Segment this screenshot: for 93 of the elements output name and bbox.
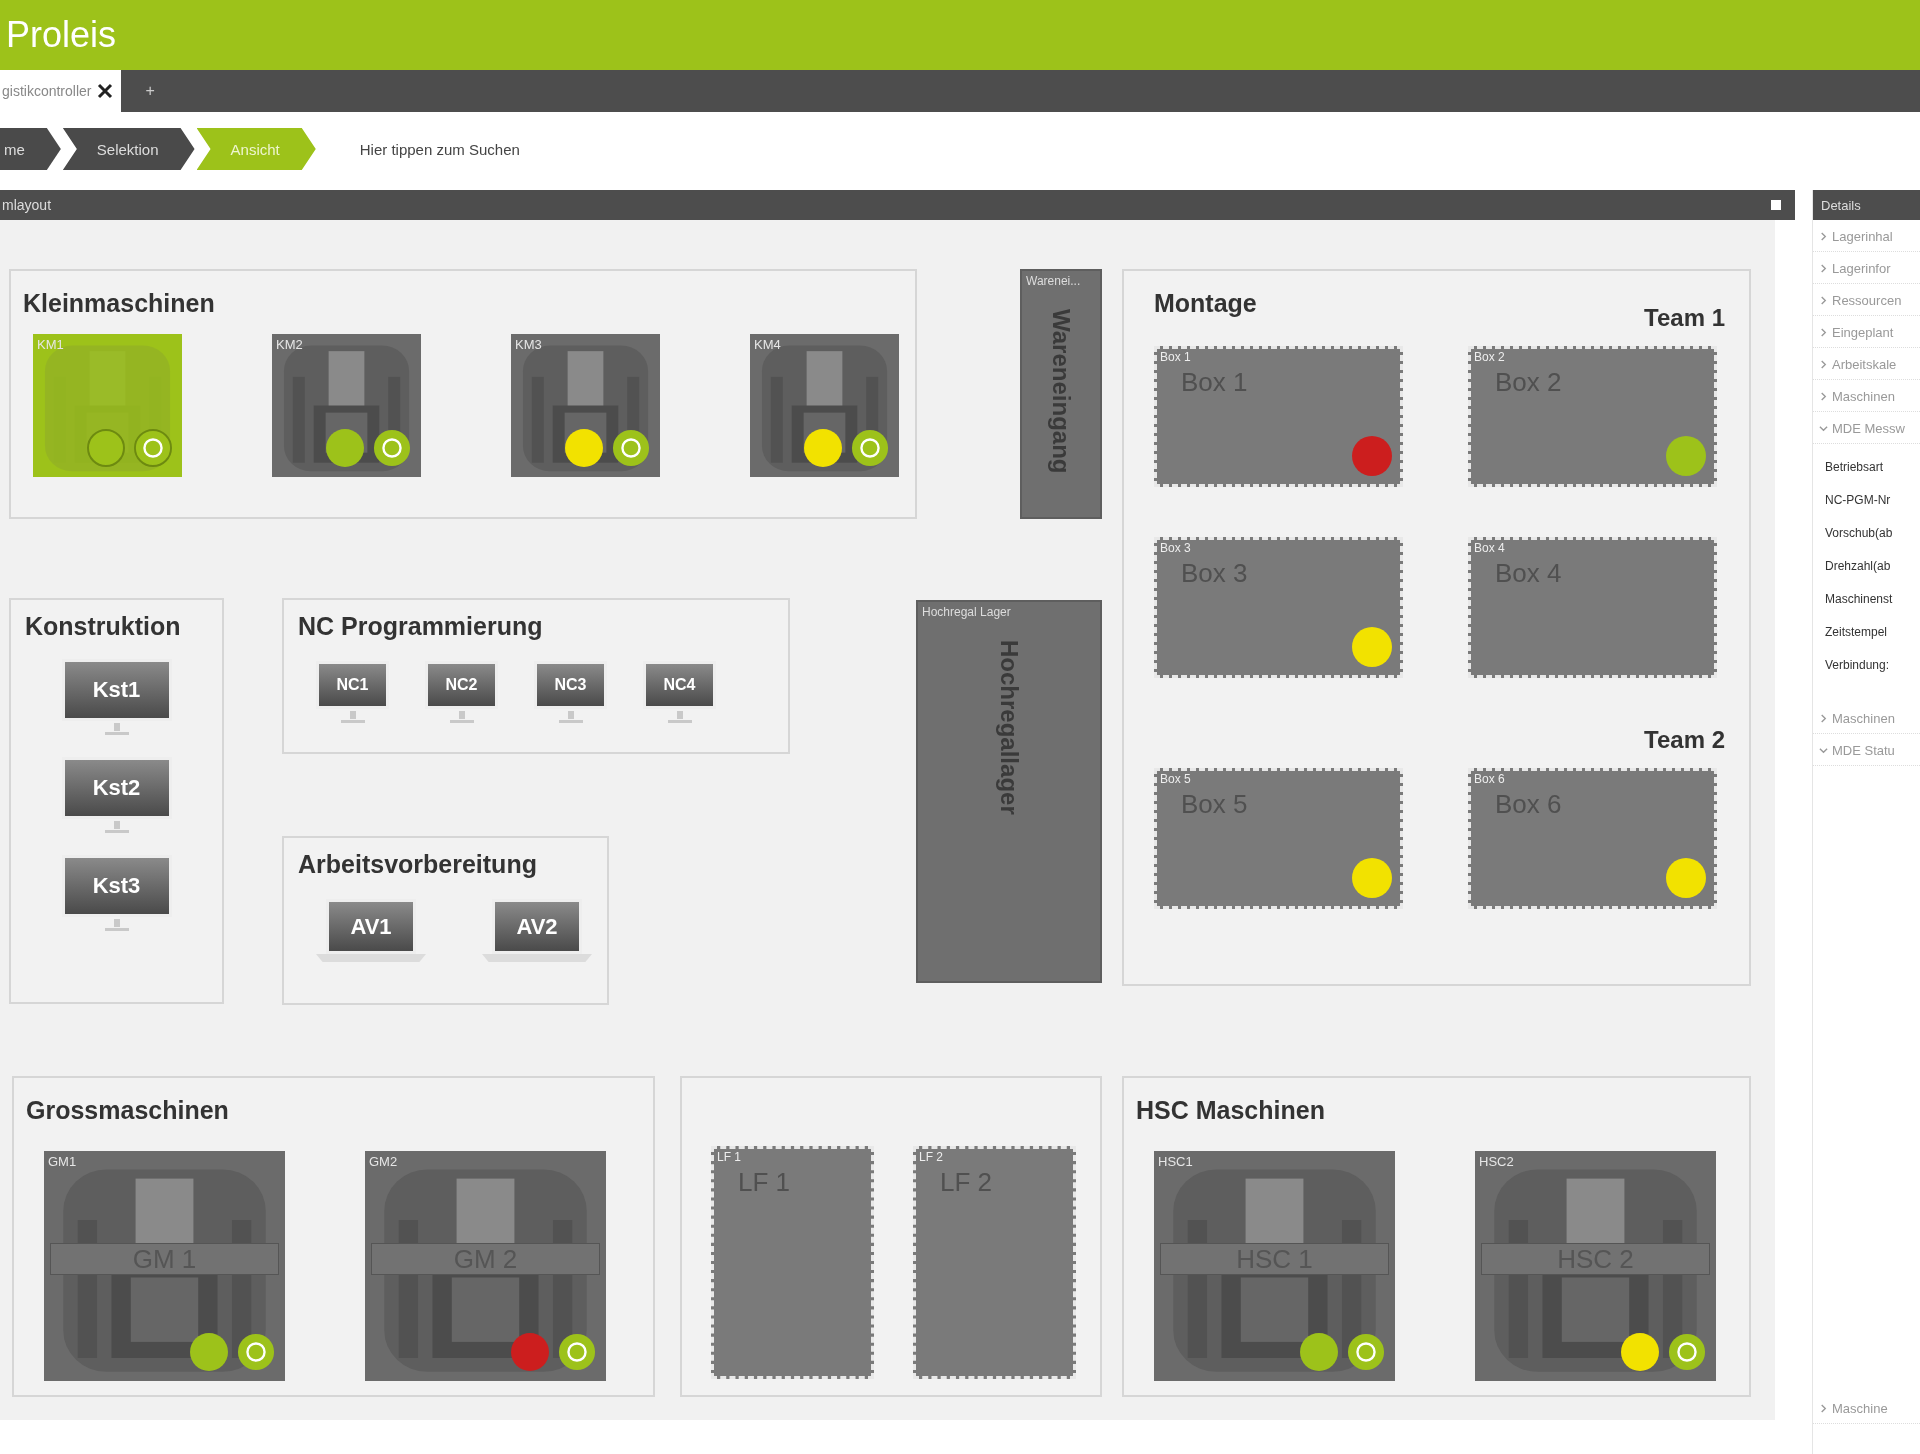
details-section[interactable]: Maschinen <box>1813 380 1920 412</box>
zone-title: Konstruktion <box>24 611 181 641</box>
details-section[interactable]: Lagerinhal <box>1813 220 1920 252</box>
ring-icon <box>134 429 172 467</box>
panel-title: mlayout <box>2 197 52 213</box>
new-tab-button[interactable]: + <box>121 70 179 112</box>
section-label: Maschinen <box>1832 389 1895 404</box>
workstation-button[interactable]: NC4 <box>643 661 716 709</box>
chevron-down-icon <box>1819 746 1828 755</box>
chevron-down-icon <box>1819 424 1828 433</box>
chevron-right-icon <box>1819 1404 1828 1413</box>
details-section[interactable]: Maschine <box>1813 1392 1920 1424</box>
machine-tile[interactable]: KM2 <box>272 334 421 477</box>
machine-tag: KM1 <box>37 337 64 352</box>
storage-tag: Hochregal Lager <box>918 602 1015 622</box>
details-section[interactable]: Lagerinfor <box>1813 252 1920 284</box>
team-title: Team 1 <box>1644 304 1725 332</box>
box-tag: LF 1 <box>717 1150 741 1164</box>
details-section[interactable]: MDE Statu <box>1813 734 1920 766</box>
details-section[interactable]: MDE Messw <box>1813 412 1920 444</box>
section-label: Maschinen <box>1832 711 1895 726</box>
field-label: Vorschub(ab <box>1825 526 1894 540</box>
chevron-right-icon <box>1819 264 1828 273</box>
workstation-button[interactable]: Kst2 <box>61 757 172 819</box>
zone-title: Montage <box>1154 288 1257 318</box>
field-label: Drehzahl(ab <box>1825 559 1892 573</box>
field-label: Maschinenst <box>1825 592 1894 606</box>
chevron-right-icon <box>1819 392 1828 401</box>
section-label: Maschine <box>1832 1401 1888 1416</box>
section-label: Eingeplant <box>1832 325 1894 340</box>
ring-icon <box>1668 1333 1706 1371</box>
machine-tag: HSC2 <box>1479 1154 1514 1169</box>
box-tag: LF 2 <box>919 1150 943 1164</box>
ring-icon <box>237 1333 275 1371</box>
zone-title: HSC Maschinen <box>1135 1095 1325 1125</box>
field-label: Verbindung: <box>1825 658 1891 672</box>
details-section[interactable]: Ressourcen <box>1813 284 1920 316</box>
details-section[interactable]: Eingeplant <box>1813 316 1920 348</box>
team-title: Team 2 <box>1644 726 1725 754</box>
workstation-button[interactable]: Kst1 <box>61 659 172 721</box>
details-section[interactable]: Arbeitskale <box>1813 348 1920 380</box>
chevron-right-icon <box>1819 328 1828 337</box>
breadcrumb-item[interactable]: me <box>0 128 61 170</box>
ring-icon <box>612 429 650 467</box>
workstation-button[interactable]: AV1 <box>326 899 416 954</box>
box-tag: Box 1 <box>1160 350 1191 364</box>
search-field[interactable]: Hier tippen zum Suchen <box>357 139 682 159</box>
details-section[interactable]: Maschinen <box>1813 702 1920 734</box>
storage-tag: Warenei... <box>1022 271 1085 291</box>
zone-title: NC Programmierung <box>297 611 543 641</box>
app-title: Proleis <box>6 14 117 56</box>
machine-tag: HSC1 <box>1158 1154 1193 1169</box>
field-label: Betriebsart <box>1825 460 1885 474</box>
workstation-button[interactable]: Kst3 <box>61 855 172 917</box>
box-tag: Box 2 <box>1474 350 1505 364</box>
workstation-button[interactable]: NC1 <box>316 661 389 709</box>
zone-title: Kleinmaschinen <box>22 288 215 318</box>
machine-tag: GM1 <box>48 1154 77 1169</box>
box-tag: Box 3 <box>1160 541 1191 555</box>
box-tag: Box 5 <box>1160 772 1191 786</box>
workstation-button[interactable]: AV2 <box>492 899 582 954</box>
section-label: MDE Messw <box>1832 421 1905 436</box>
zone-title: Grossmaschinen <box>25 1095 229 1125</box>
zone-title: Arbeitsvorbereitung <box>297 849 537 879</box>
ring-icon <box>558 1333 596 1371</box>
machine-tile[interactable]: KM4 <box>750 334 899 477</box>
chevron-right-icon <box>1819 232 1828 241</box>
tab[interactable]: gistikcontroller <box>0 70 122 112</box>
chevron-right-icon <box>1819 360 1828 369</box>
section-label: Lagerinfor <box>1832 261 1891 276</box>
chevron-right-icon <box>1819 296 1828 305</box>
section-label: Lagerinhal <box>1832 229 1893 244</box>
section-label: Ressourcen <box>1832 293 1902 308</box>
section-label: MDE Statu <box>1832 743 1895 758</box>
section-label: Arbeitskale <box>1832 357 1897 372</box>
box-tag: Box 4 <box>1474 541 1505 555</box>
machine-tag: KM2 <box>276 337 303 352</box>
chevron-right-icon <box>1819 714 1828 723</box>
ring-icon <box>373 429 411 467</box>
ring-icon <box>1347 1333 1385 1371</box>
machine-tile[interactable]: KM3 <box>511 334 660 477</box>
field-label: NC-PGM-Nr <box>1825 493 1892 507</box>
workstation-button[interactable]: NC2 <box>425 661 498 709</box>
close-icon[interactable] <box>97 83 114 99</box>
machine-tag: KM3 <box>515 337 542 352</box>
field-label: Zeitstempel <box>1825 625 1889 639</box>
details-title: Details <box>1821 197 1861 213</box>
breadcrumb-item[interactable]: Selektion <box>62 128 195 170</box>
machine-tag: GM2 <box>369 1154 398 1169</box>
box-tag: Box 6 <box>1474 772 1505 786</box>
machine-tag: KM4 <box>754 337 781 352</box>
ring-icon <box>851 429 889 467</box>
workstation-button[interactable]: NC3 <box>534 661 607 709</box>
